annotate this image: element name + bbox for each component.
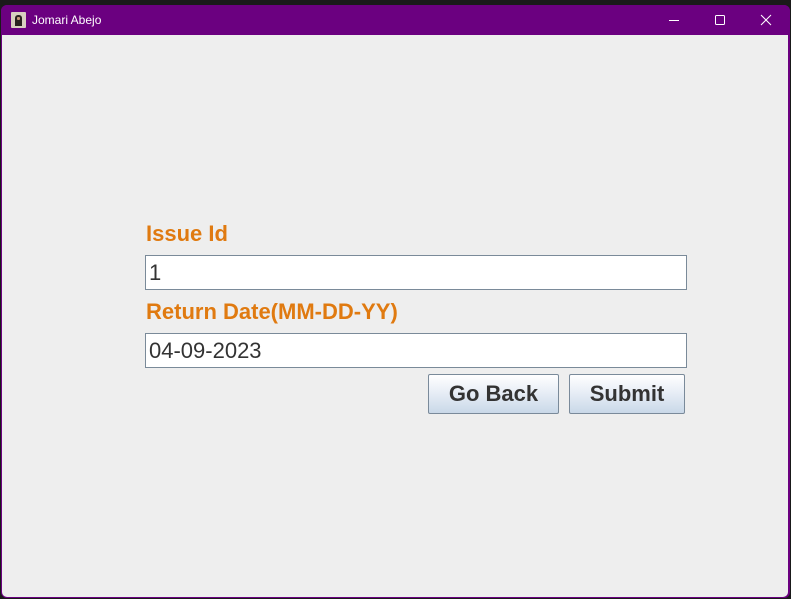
return-date-input[interactable] [145, 333, 687, 368]
close-button[interactable] [743, 5, 789, 35]
maximize-icon [715, 15, 725, 25]
title-bar[interactable]: Jomari Abejo [1, 5, 790, 35]
go-back-button[interactable]: Go Back [428, 374, 559, 414]
minimize-icon [669, 20, 679, 21]
return-date-label: Return Date(MM-DD-YY) [146, 299, 398, 324]
issue-id-input[interactable] [145, 255, 687, 290]
app-photo-icon [11, 12, 26, 28]
submit-button[interactable]: Submit [569, 374, 685, 414]
issue-id-label: Issue Id [146, 221, 228, 246]
close-icon [760, 14, 772, 26]
app-window: Jomari Abejo Issue Id Return Date(MM-DD-… [1, 5, 790, 598]
window-title: Jomari Abejo [32, 13, 102, 27]
minimize-button[interactable] [651, 5, 697, 35]
form-panel: Issue Id Return Date(MM-DD-YY) Go Back S… [2, 35, 788, 597]
maximize-button[interactable] [697, 5, 743, 35]
